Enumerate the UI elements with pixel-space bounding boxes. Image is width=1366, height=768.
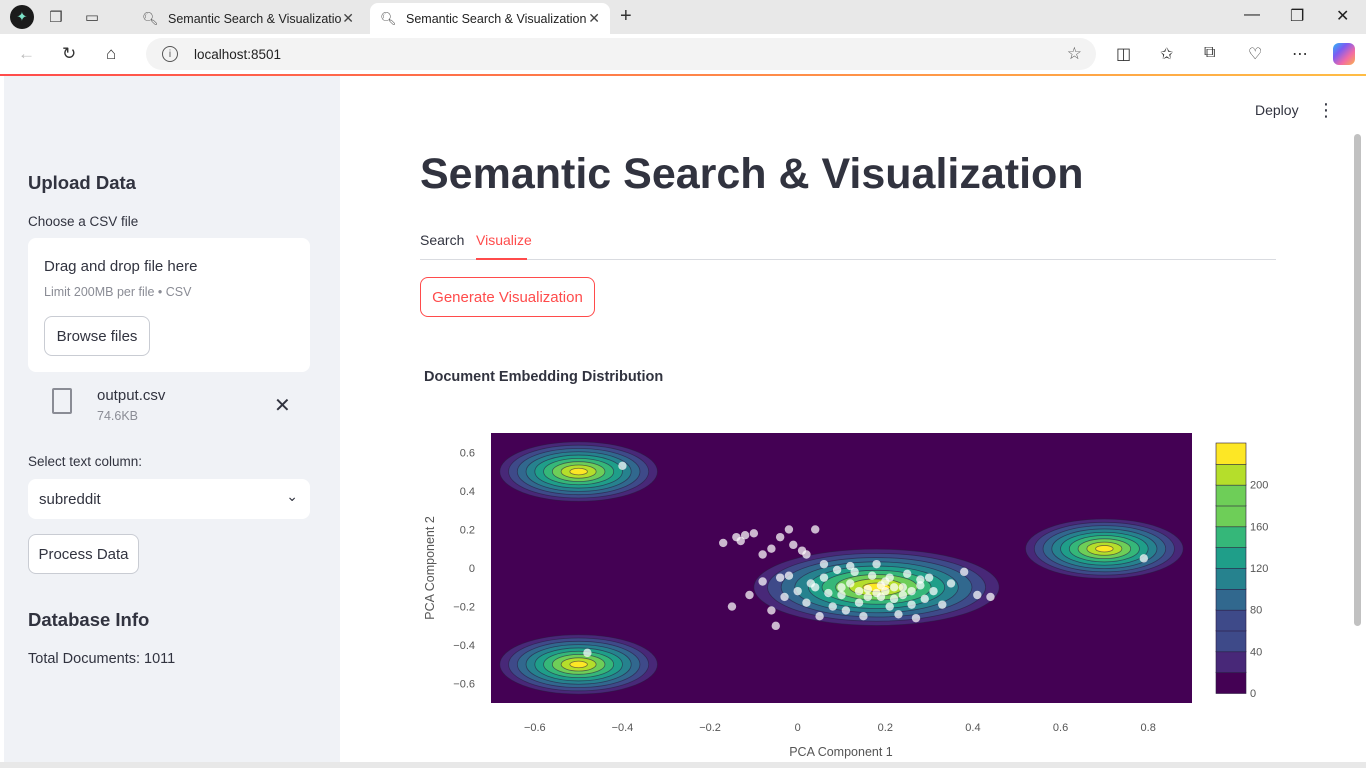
active-tab-indicator: [476, 258, 527, 260]
tab-search[interactable]: Search: [420, 232, 464, 248]
tab-title: Semantic Search & Visualization: [406, 11, 587, 26]
browser-essentials-icon[interactable]: ♡: [1248, 44, 1262, 64]
browse-files-button[interactable]: Browse files: [44, 316, 150, 356]
search-icon: 🔍︎: [142, 10, 159, 26]
upload-heading: Upload Data: [28, 172, 136, 193]
info-icon[interactable]: i: [162, 46, 178, 62]
page-scrollbar[interactable]: [1354, 134, 1361, 626]
dropzone-text: Drag and drop file here: [44, 258, 198, 275]
file-size: 74.6KB: [97, 409, 139, 423]
collections-icon[interactable]: ⧉: [1204, 44, 1215, 62]
close-window-icon[interactable]: ✕: [1336, 6, 1349, 26]
tab-list: Search Visualize: [420, 230, 1276, 260]
address-bar-row: ← ↻ ⌂ i localhost:8501 ☆ ◫ ✩ ⧉ ♡ ⋯: [0, 34, 1366, 74]
file-uploader-label: Choose a CSV file: [28, 214, 139, 229]
url-text: localhost:8501: [194, 46, 282, 62]
browser-profile-icon[interactable]: ✦: [10, 5, 34, 29]
search-icon: 🔍︎: [380, 10, 397, 26]
page-title: Semantic Search & Visualization: [420, 150, 1084, 198]
file-name: output.csv: [97, 387, 166, 404]
restore-icon[interactable]: ❐: [1290, 6, 1304, 26]
tab-title: Semantic Search & Visualization: [168, 11, 343, 26]
window-bottom-edge: [0, 762, 1366, 768]
main-menu-icon[interactable]: ⋮: [1317, 100, 1335, 121]
sidebar: Upload Data Choose a CSV file Drag and d…: [4, 76, 340, 762]
browser-tab-1[interactable]: 🔍︎ Semantic Search & Visualization ✕: [132, 3, 364, 34]
more-icon[interactable]: ⋯: [1292, 44, 1308, 64]
dropzone-limit: Limit 200MB per file • CSV: [44, 285, 192, 299]
main-content: Deploy ⋮ Semantic Search & Visualization…: [340, 76, 1356, 762]
favorites-icon[interactable]: ✩: [1160, 44, 1173, 64]
deploy-button[interactable]: Deploy: [1255, 102, 1299, 118]
url-field[interactable]: i localhost:8501 ☆: [146, 38, 1096, 70]
process-data-button[interactable]: Process Data: [28, 534, 139, 574]
close-tab-icon[interactable]: ✕: [588, 10, 600, 27]
remove-file-icon[interactable]: ✕: [274, 393, 291, 418]
select-value: subreddit: [39, 490, 101, 508]
tab-visualize[interactable]: Visualize: [476, 232, 532, 248]
copilot-icon[interactable]: [1333, 43, 1355, 65]
browser-tab-2[interactable]: 🔍︎ Semantic Search & Visualization ✕: [370, 3, 610, 34]
workspaces-icon[interactable]: ❒: [42, 3, 70, 31]
close-tab-icon[interactable]: ✕: [342, 10, 354, 27]
tab-actions-icon[interactable]: ▭: [78, 3, 106, 31]
file-icon: [52, 388, 72, 414]
favorite-star-icon[interactable]: ☆: [1067, 44, 1082, 64]
file-dropzone[interactable]: Drag and drop file here Limit 200MB per …: [28, 238, 310, 372]
database-info-heading: Database Info: [28, 609, 150, 630]
generate-visualization-button[interactable]: Generate Visualization: [420, 277, 595, 317]
minimize-icon[interactable]: —: [1244, 6, 1260, 24]
new-tab-icon[interactable]: +: [620, 5, 632, 28]
chart-title: Document Embedding Distribution: [424, 369, 664, 385]
total-documents: Total Documents: 1011: [28, 651, 176, 667]
split-screen-icon[interactable]: ◫: [1116, 44, 1131, 64]
chevron-down-icon: ⌄: [286, 488, 298, 504]
home-icon[interactable]: ⌂: [106, 44, 116, 64]
select-column-label: Select text column:: [28, 454, 143, 469]
refresh-icon[interactable]: ↻: [62, 44, 76, 64]
back-icon[interactable]: ←: [18, 44, 35, 64]
text-column-select[interactable]: subreddit ⌄: [28, 479, 310, 519]
